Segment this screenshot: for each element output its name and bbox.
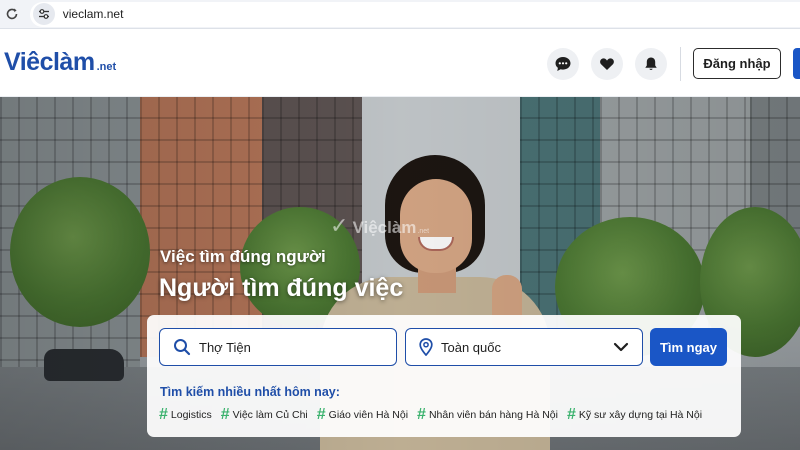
register-button-edge[interactable] bbox=[793, 48, 800, 79]
watermark-logo: ✓ Việclàm .net bbox=[330, 213, 429, 239]
keyword-field[interactable] bbox=[159, 328, 397, 366]
bell-icon[interactable] bbox=[635, 48, 667, 80]
chat-icon[interactable] bbox=[547, 48, 579, 80]
hashtag-icon: # bbox=[417, 406, 426, 423]
browser-bar: vieclam.net bbox=[0, 0, 800, 29]
tag-label: Logistics bbox=[170, 409, 212, 421]
watermark-text: Việclàm bbox=[352, 218, 417, 237]
tag-label: Kỹ sư xây dựng tại Hà Nội bbox=[578, 409, 703, 421]
tune-icon[interactable] bbox=[32, 3, 55, 25]
site-header: Viêclàm .net Đăng nhập bbox=[0, 29, 800, 97]
tag-label: Giáo viên Hà Nội bbox=[328, 409, 409, 421]
hero-tagline-small: Việc tìm đúng người bbox=[160, 247, 326, 266]
popular-tags: # Logistics # Việc làm Củ Chi # Giáo viên H… bbox=[159, 407, 711, 423]
tag-label: Nhân viên bán hàng Hà Nội bbox=[428, 409, 558, 421]
url-text: vieclam.net bbox=[62, 7, 124, 21]
watermark-suffix: .net bbox=[417, 228, 430, 235]
popular-tag[interactable]: # Logistics bbox=[159, 407, 212, 423]
hashtag-icon: # bbox=[159, 406, 168, 423]
popular-tag[interactable]: # Giáo viên Hà Nội bbox=[317, 407, 408, 423]
hashtag-icon: # bbox=[316, 406, 326, 423]
search-card: Toàn quốc Tìm ngay Tìm kiếm nhiều nhất h… bbox=[147, 315, 741, 437]
hero-tagline-large: Người tìm đúng việc bbox=[159, 274, 404, 302]
chevron-down-icon bbox=[612, 340, 630, 354]
heart-icon[interactable] bbox=[591, 48, 623, 80]
keyword-input[interactable] bbox=[199, 339, 389, 355]
watermark-check-icon: ✓ bbox=[330, 213, 349, 238]
location-pin-icon bbox=[418, 337, 434, 357]
header-divider bbox=[680, 47, 681, 81]
location-value: Toàn quốc bbox=[441, 339, 501, 355]
popular-tag[interactable]: # Nhân viên bán hàng Hà Nội bbox=[417, 407, 558, 423]
address-bar[interactable]: vieclam.net bbox=[29, 1, 800, 27]
login-button[interactable]: Đăng nhập bbox=[693, 48, 781, 79]
site-logo[interactable]: Viêclàm .net bbox=[4, 48, 116, 77]
hashtag-icon: # bbox=[566, 406, 576, 423]
tag-label: Việc làm Củ Chi bbox=[232, 409, 308, 421]
hashtag-icon: # bbox=[220, 406, 230, 423]
popular-searches-title: Tìm kiếm nhiều nhất hôm nay: bbox=[160, 385, 340, 399]
logo-suffix: .net bbox=[96, 61, 117, 73]
search-icon bbox=[172, 337, 192, 357]
search-button[interactable]: Tìm ngay bbox=[650, 328, 727, 366]
popular-tag[interactable]: # Việc làm Củ Chi bbox=[221, 407, 308, 423]
popular-tag[interactable]: # Kỹ sư xây dựng tại Hà Nội bbox=[567, 407, 702, 423]
reload-icon[interactable] bbox=[2, 4, 22, 24]
logo-text: Viêclàm bbox=[4, 48, 95, 76]
hero-banner: ✓ Việclàm .net Việc tìm đúng người Người… bbox=[0, 97, 800, 450]
location-select[interactable]: Toàn quốc bbox=[405, 328, 643, 366]
